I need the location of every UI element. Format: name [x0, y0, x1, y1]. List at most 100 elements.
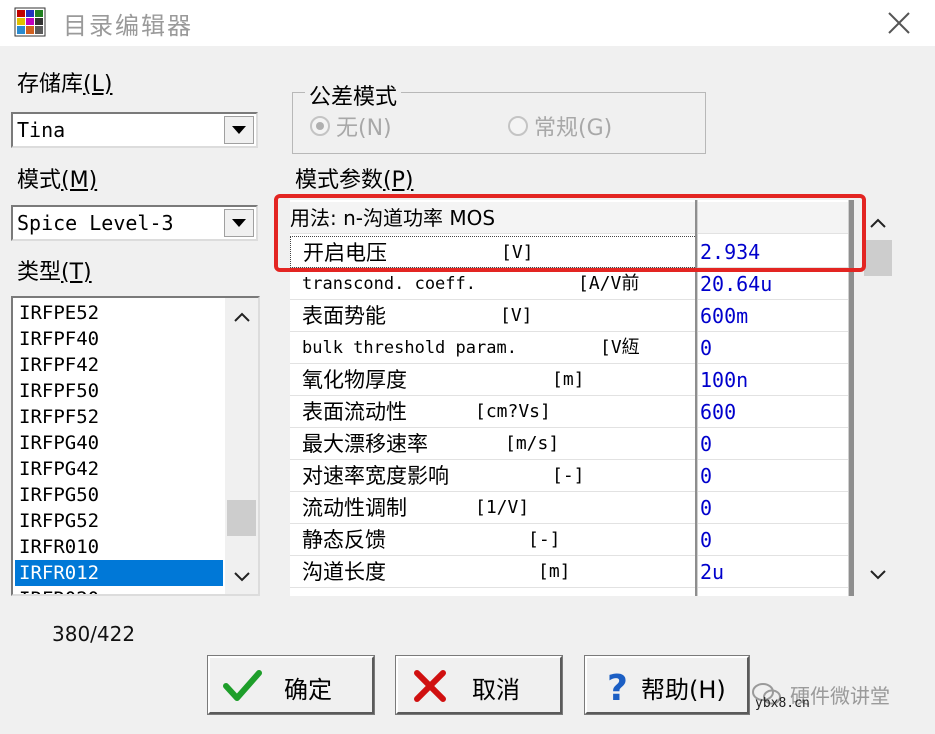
type-list-item[interactable]: IRFPF50: [17, 378, 222, 404]
param-value[interactable]: 2u: [698, 556, 848, 588]
mode-value: Spice Level-3: [17, 211, 174, 235]
mode-dropdown-button[interactable]: [224, 209, 254, 237]
ok-button[interactable]: 确定: [208, 656, 374, 714]
param-name: 表面势能 [V]: [290, 300, 695, 332]
type-list-item[interactable]: IRFPE52: [17, 300, 222, 326]
param-name-text: 表面势能: [302, 304, 386, 328]
type-list-item[interactable]: IRFR012: [15, 560, 223, 586]
param-name: bulk threshold param. [V絚: [290, 332, 695, 364]
param-row[interactable]: 表面势能 [V] 600m: [290, 300, 854, 332]
question-icon: ?: [607, 668, 628, 704]
library-dropdown-button[interactable]: [224, 116, 254, 144]
param-name-text: 对速率宽度影响: [302, 464, 449, 488]
cancel-button[interactable]: 取消: [396, 656, 562, 714]
svg-text:?: ?: [607, 668, 628, 704]
app-icon: [14, 7, 46, 37]
cancel-label: 取消: [472, 676, 520, 704]
title-bar: 目录编辑器: [0, 0, 935, 46]
type-list-scroll-thumb[interactable]: [227, 500, 256, 537]
type-list[interactable]: IRFPE52 IRFPF40 IRFPF42 IRFPF50 IRFPF52 IRFPG…: [11, 296, 260, 596]
param-name: 流动性调制 [1/V]: [290, 492, 695, 524]
param-value[interactable]: 0: [698, 460, 848, 492]
param-unit: [m/s]: [505, 433, 560, 454]
tolerance-none-label: 无(N): [336, 116, 392, 141]
param-name: 最大漂移速率 [m/s]: [290, 428, 695, 460]
type-list-item[interactable]: IRFPG50: [17, 482, 222, 508]
params-label: 模式参数(P): [295, 168, 414, 193]
param-name-text: 流动性调制: [302, 496, 407, 520]
param-name-text: 静态反馈: [302, 528, 386, 552]
type-list-item[interactable]: IRFPG42: [17, 456, 222, 482]
param-value[interactable]: 0: [698, 492, 848, 524]
param-unit: [cm?Vs]: [475, 401, 551, 422]
chevron-down-icon[interactable]: [870, 570, 886, 580]
chevron-up-icon[interactable]: [234, 312, 250, 322]
param-row[interactable]: 对速率宽度影响 [-] 0: [290, 460, 854, 492]
param-unit: [A/V前: [578, 273, 640, 294]
type-list-item[interactable]: IRFPG40: [17, 430, 222, 456]
chevron-down-icon[interactable]: [234, 572, 250, 582]
param-unit: [-]: [552, 465, 585, 486]
params-scrollbar[interactable]: [862, 200, 894, 596]
param-value[interactable]: 600: [698, 396, 848, 428]
close-icon[interactable]: [882, 6, 916, 40]
mode-combo[interactable]: Spice Level-3: [11, 205, 258, 241]
cross-icon: [414, 670, 446, 702]
type-list-item[interactable]: IRFPF42: [17, 352, 222, 378]
param-row[interactable]: bulk threshold param. [V絚 0: [290, 332, 854, 364]
param-value[interactable]: 600m: [698, 300, 848, 332]
tolerance-none-radio[interactable]: 无(N): [310, 111, 392, 141]
type-list-item[interactable]: IRFR020: [17, 586, 222, 594]
chevron-down-icon: [232, 126, 246, 134]
param-unit: [1/V]: [475, 497, 530, 518]
param-value[interactable]: 20.64u: [698, 268, 848, 300]
param-unit: [V]: [500, 305, 533, 326]
param-value[interactable]: 100n: [698, 364, 848, 396]
help-label: 帮助(H): [641, 676, 726, 704]
chevron-up-icon[interactable]: [870, 218, 886, 228]
params-scroll-thumb[interactable]: [864, 240, 892, 276]
chevron-down-icon: [232, 219, 246, 227]
param-row[interactable]: transcond. coeff. [A/V前 20.64u: [290, 268, 854, 300]
param-name: 表面流动性 [cm?Vs]: [290, 396, 695, 428]
help-button[interactable]: ? 帮助(H): [585, 656, 749, 714]
param-row[interactable]: 氧化物厚度 [m] 100n: [290, 364, 854, 396]
type-list-item[interactable]: IRFR010: [17, 534, 222, 560]
param-row[interactable]: 静态反馈 [-] 0: [290, 524, 854, 556]
tolerance-normal-radio[interactable]: 常规(G): [508, 111, 612, 141]
param-value[interactable]: 0: [698, 524, 848, 556]
type-list-item[interactable]: IRFPF52: [17, 404, 222, 430]
param-name: 沟道长度 [m]: [290, 556, 695, 588]
param-name: transcond. coeff. [A/V前: [290, 268, 695, 300]
library-combo[interactable]: Tina: [11, 112, 258, 148]
type-list-item[interactable]: IRFPF40: [17, 326, 222, 352]
param-row[interactable]: 沟道长度 [m] 2u: [290, 556, 854, 588]
param-name-text: 氧化物厚度: [302, 368, 407, 392]
radio-unchecked-icon: [508, 116, 528, 136]
param-value[interactable]: 0: [698, 428, 848, 460]
library-label: 存储库(L): [17, 72, 113, 97]
mode-label: 模式(M): [17, 168, 98, 193]
ok-label: 确定: [284, 676, 332, 704]
window-title: 目录编辑器: [63, 12, 193, 40]
tolerance-label: 公差模式: [305, 79, 402, 111]
param-row[interactable]: 流动性调制 [1/V] 0: [290, 492, 854, 524]
library-value: Tina: [17, 118, 66, 142]
type-list-item[interactable]: IRFPG52: [17, 508, 222, 534]
param-row[interactable]: 最大漂移速率 [m/s] 0: [290, 428, 854, 460]
tolerance-normal-label: 常规(G): [534, 116, 613, 141]
param-name-text: 沟道长度: [302, 560, 386, 584]
param-name: 氧化物厚度 [m]: [290, 364, 695, 396]
radio-checked-icon: [310, 116, 330, 136]
param-value[interactable]: 0: [698, 332, 848, 364]
param-name: 对速率宽度影响 [-]: [290, 460, 695, 492]
param-unit: [-]: [528, 529, 561, 550]
param-unit: [m]: [538, 561, 571, 582]
param-name-text: 表面流动性: [302, 400, 407, 424]
highlight-box: [274, 194, 866, 272]
catalog-editor-window: 目录编辑器 存储库(L) Tina 模式(M) Spice Level-3 类型…: [0, 0, 935, 734]
item-count: 380/422: [52, 622, 136, 646]
type-list-scrollbar[interactable]: [225, 298, 258, 594]
param-row[interactable]: 表面流动性 [cm?Vs] 600: [290, 396, 854, 428]
param-name: 静态反馈 [-]: [290, 524, 695, 556]
